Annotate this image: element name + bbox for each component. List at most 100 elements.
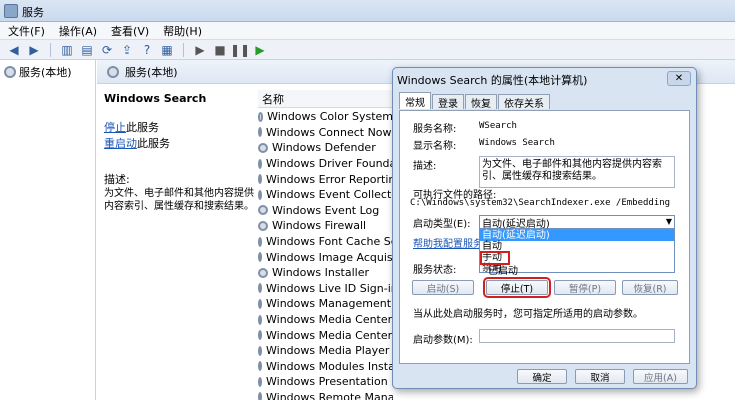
pause-button[interactable]: 暂停(P): [554, 280, 616, 295]
gear-icon: [258, 111, 264, 122]
service-row[interactable]: Windows Defender: [258, 140, 393, 156]
service-row-name: Windows Media Player Ne: [266, 344, 393, 358]
service-row-name: Windows Color System: [267, 110, 393, 124]
service-row[interactable]: Windows Media Center Re: [258, 312, 393, 328]
cancel-button[interactable]: 取消: [575, 369, 625, 384]
description-text: 为文件、电子邮件和其他内容提供内容索引、属性缓存和搜索结果。: [104, 188, 254, 212]
toolbar: ◀ ▶ ▥ ▤ ⟳ ⇪ ? ▦ ▶ ■ ❚❚ ▶: [0, 40, 735, 60]
service-row[interactable]: Windows Color System: [258, 109, 393, 125]
service-row-name: Windows Event Collector: [266, 188, 393, 202]
start-params-label: 启动参数(M):: [413, 335, 473, 346]
service-detail-pane: Windows Search 停止此服务 重启动此服务 描述: 为文件、电子邮件…: [104, 92, 254, 213]
stop-service-line: 停止此服务: [104, 119, 254, 135]
console-tree: 服务(本地): [0, 60, 96, 400]
executable-path-value: C:\Windows\system32\SearchIndexer.exe /E…: [410, 198, 671, 208]
gear-icon: [258, 220, 268, 231]
gear-icon: [258, 314, 262, 325]
menu-help[interactable]: 帮助(H): [163, 23, 202, 39]
export-list-icon[interactable]: ⇪: [119, 42, 135, 58]
service-row[interactable]: Windows Media Center Sch: [258, 327, 393, 343]
service-row-name: Windows Image Acquisitio: [266, 250, 393, 264]
title-bar: 服务: [0, 0, 735, 22]
service-row[interactable]: Windows Management Ins: [258, 296, 393, 312]
description-label: 描述:: [413, 161, 437, 172]
properties-icon[interactable]: ▤: [79, 42, 95, 58]
service-row[interactable]: Windows Driver Foundatio: [258, 156, 393, 172]
service-row-name: Windows Error Reporting S: [266, 172, 393, 186]
service-row[interactable]: Windows Remote Manageme: [258, 390, 393, 400]
console-tree-icon[interactable]: ▥: [59, 42, 75, 58]
service-row[interactable]: Windows Media Player Ne: [258, 343, 393, 359]
service-row[interactable]: Windows Event Collector: [258, 187, 393, 203]
apply-button[interactable]: 应用(A): [633, 369, 688, 384]
service-status-value: 已启动: [488, 266, 518, 277]
view-icon[interactable]: ▦: [159, 42, 175, 58]
refresh-icon[interactable]: ⟳: [99, 42, 115, 58]
stop-service-icon[interactable]: ■: [212, 42, 228, 58]
properties-dialog: Windows Search 的属性(本地计算机) ✕ 常规 登录 恢复 依存关…: [392, 67, 697, 389]
gear-icon: [4, 66, 16, 78]
service-row-name: Windows Modules Installe: [266, 359, 393, 373]
gear-icon: [258, 158, 262, 169]
panel-header-title: 服务(本地): [125, 65, 178, 79]
start-params-input[interactable]: [479, 329, 675, 343]
resume-button[interactable]: 恢复(R): [622, 280, 678, 295]
service-row[interactable]: Windows Installer: [258, 265, 393, 281]
service-status-label: 服务状态:: [413, 265, 457, 276]
service-row[interactable]: Windows Presentation Fo: [258, 374, 393, 390]
stop-service-link[interactable]: 停止: [104, 121, 126, 134]
service-row[interactable]: Windows Image Acquisitio: [258, 249, 393, 265]
restart-service-link[interactable]: 重启动: [104, 137, 137, 150]
dialog-tabs: 常规 登录 恢复 依存关系: [399, 92, 551, 110]
service-list: Windows Color System Windows Connect Now …: [258, 109, 393, 400]
start-service-icon[interactable]: ▶: [192, 42, 208, 58]
gear-icon: [258, 345, 262, 356]
menu-action[interactable]: 操作(A): [59, 23, 97, 39]
gear-icon: [258, 298, 262, 309]
display-name-value: Windows Search: [479, 138, 555, 148]
tab-general[interactable]: 常规: [399, 92, 431, 109]
tab-logon[interactable]: 登录: [432, 94, 464, 110]
menu-file[interactable]: 文件(F): [8, 23, 45, 39]
restart-service-icon[interactable]: ▶: [252, 42, 268, 58]
pause-service-icon[interactable]: ❚❚: [230, 42, 250, 58]
description-textbox[interactable]: 为文件、电子邮件和其他内容提供内容索引、属性缓存和搜索结果。: [479, 156, 675, 188]
gear-icon: [258, 267, 268, 278]
service-row[interactable]: Windows Firewall: [258, 218, 393, 234]
window-title: 服务: [22, 6, 44, 19]
forward-arrow-icon[interactable]: ▶: [26, 42, 42, 58]
stop-button[interactable]: 停止(T): [483, 277, 551, 298]
menu-view[interactable]: 查看(V): [111, 23, 149, 39]
close-button[interactable]: ✕: [667, 71, 691, 86]
ok-button[interactable]: 确定: [517, 369, 567, 384]
display-name-label: 显示名称:: [413, 141, 457, 152]
help-icon[interactable]: ?: [139, 42, 155, 58]
startup-type-select[interactable]: 自动(延迟启动) ▼: [479, 215, 675, 230]
tree-item-services-local[interactable]: 服务(本地): [4, 64, 91, 80]
toolbar-separator: [50, 42, 51, 57]
service-row[interactable]: Windows Font Cache Servi: [258, 234, 393, 250]
service-row-name: Windows Event Log: [272, 203, 380, 217]
service-row[interactable]: Windows Connect Now - C: [258, 125, 393, 141]
service-row-name: Windows Media Center Re: [266, 313, 393, 327]
service-title: Windows Search: [104, 92, 207, 105]
gear-icon: [258, 252, 262, 263]
tab-recovery[interactable]: 恢复: [465, 94, 497, 110]
gear-icon: [258, 361, 262, 372]
column-header-name[interactable]: 名称: [258, 90, 393, 108]
chevron-down-icon: ▼: [665, 217, 672, 226]
start-button[interactable]: 启动(S): [412, 280, 474, 295]
service-row[interactable]: Windows Modules Installe: [258, 359, 393, 375]
gear-icon: [107, 65, 119, 78]
service-row[interactable]: Windows Error Reporting S: [258, 171, 393, 187]
gear-icon: [258, 236, 262, 247]
option-auto-delayed[interactable]: 自动(延迟启动): [480, 230, 674, 241]
service-row-name: Windows Font Cache Servi: [266, 235, 393, 249]
service-row[interactable]: Windows Event Log: [258, 203, 393, 219]
service-row[interactable]: Windows Live ID Sign-in A: [258, 281, 393, 297]
service-row-name: Windows Firewall: [272, 219, 367, 233]
service-row-name: Windows Management Ins: [266, 297, 393, 311]
tab-dependencies[interactable]: 依存关系: [498, 94, 550, 110]
restart-service-suffix: 此服务: [137, 137, 170, 150]
back-arrow-icon[interactable]: ◀: [6, 42, 22, 58]
